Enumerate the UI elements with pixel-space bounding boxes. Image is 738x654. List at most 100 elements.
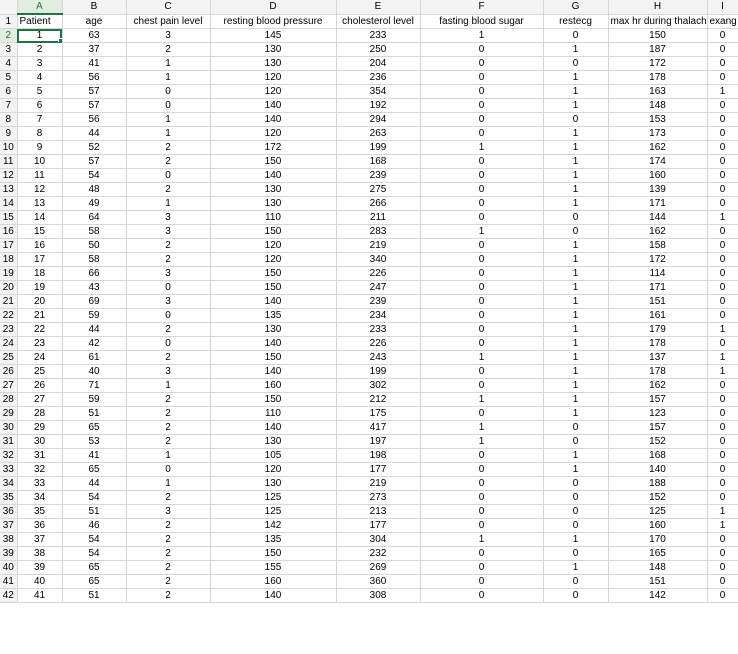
grid-cell[interactable]: 30: [17, 434, 63, 449]
grid-cell[interactable]: 148: [608, 560, 708, 575]
grid-cell[interactable]: 150: [210, 266, 337, 281]
grid-cell[interactable]: 0: [420, 168, 544, 183]
row-header[interactable]: 33: [0, 462, 18, 477]
grid-cell[interactable]: 162: [608, 378, 708, 393]
grid-cell[interactable]: 0: [707, 196, 738, 211]
grid-cell[interactable]: 148: [608, 98, 708, 113]
grid-cell[interactable]: 1: [707, 518, 738, 533]
grid-cell[interactable]: 1: [543, 294, 609, 309]
grid-cell[interactable]: 54: [62, 168, 127, 183]
grid-cell[interactable]: 130: [210, 182, 337, 197]
grid-cell[interactable]: 39: [17, 560, 63, 575]
grid-cell[interactable]: 105: [210, 448, 337, 463]
grid-cell[interactable]: 7: [17, 112, 63, 127]
grid-cell[interactable]: 178: [608, 336, 708, 351]
grid-cell[interactable]: 41: [17, 588, 63, 603]
grid-cell[interactable]: 175: [336, 406, 421, 421]
grid-cell[interactable]: 171: [608, 196, 708, 211]
grid-cell[interactable]: 1: [126, 448, 211, 463]
grid-cell[interactable]: 0: [543, 434, 609, 449]
grid-cell[interactable]: 53: [62, 434, 127, 449]
row-header[interactable]: 19: [0, 266, 18, 281]
grid-cell[interactable]: 29: [17, 420, 63, 435]
grid-cell[interactable]: 48: [62, 182, 127, 197]
grid-cell[interactable]: 1: [126, 126, 211, 141]
header-cell[interactable]: restecg: [543, 14, 609, 29]
row-header[interactable]: 40: [0, 560, 18, 575]
grid-cell[interactable]: 0: [707, 560, 738, 575]
column-header-d[interactable]: D: [210, 0, 337, 15]
row-header[interactable]: 41: [0, 574, 18, 589]
grid-cell[interactable]: 0: [707, 28, 738, 43]
grid-cell[interactable]: 0: [707, 294, 738, 309]
grid-cell[interactable]: 1: [543, 70, 609, 85]
grid-cell[interactable]: 2: [126, 434, 211, 449]
grid-cell[interactable]: 226: [336, 266, 421, 281]
grid-cell[interactable]: 46: [62, 518, 127, 533]
column-header-a[interactable]: A: [17, 0, 63, 15]
grid-cell[interactable]: 177: [336, 518, 421, 533]
grid-cell[interactable]: 1: [707, 350, 738, 365]
row-header[interactable]: 26: [0, 364, 18, 379]
grid-cell[interactable]: 150: [210, 154, 337, 169]
grid-cell[interactable]: 0: [707, 126, 738, 141]
grid-cell[interactable]: 135: [210, 532, 337, 547]
grid-cell[interactable]: 137: [608, 350, 708, 365]
grid-cell[interactable]: 155: [210, 560, 337, 575]
grid-cell[interactable]: 0: [420, 280, 544, 295]
grid-cell[interactable]: 2: [126, 322, 211, 337]
grid-cell[interactable]: 212: [336, 392, 421, 407]
grid-cell[interactable]: 1: [543, 560, 609, 575]
grid-cell[interactable]: 0: [707, 224, 738, 239]
row-header[interactable]: 16: [0, 224, 18, 239]
grid-cell[interactable]: 2: [126, 518, 211, 533]
grid-cell[interactable]: 12: [17, 182, 63, 197]
grid-cell[interactable]: 168: [608, 448, 708, 463]
row-header[interactable]: 9: [0, 126, 18, 141]
grid-cell[interactable]: 150: [210, 224, 337, 239]
grid-cell[interactable]: 0: [420, 210, 544, 225]
grid-cell[interactable]: 6: [17, 98, 63, 113]
grid-cell[interactable]: 1: [543, 532, 609, 547]
grid-cell[interactable]: 0: [126, 462, 211, 477]
grid-cell[interactable]: 236: [336, 70, 421, 85]
grid-cell[interactable]: 3: [126, 224, 211, 239]
row-header[interactable]: 30: [0, 420, 18, 435]
grid-cell[interactable]: 157: [608, 420, 708, 435]
grid-cell[interactable]: 3: [126, 504, 211, 519]
grid-cell[interactable]: 14: [17, 210, 63, 225]
grid-cell[interactable]: 33: [17, 476, 63, 491]
grid-cell[interactable]: 13: [17, 196, 63, 211]
column-header-b[interactable]: B: [62, 0, 127, 15]
grid-cell[interactable]: 38: [17, 546, 63, 561]
grid-cell[interactable]: 51: [62, 504, 127, 519]
grid-cell[interactable]: 0: [707, 168, 738, 183]
grid-cell[interactable]: 0: [707, 532, 738, 547]
grid-cell[interactable]: 3: [126, 364, 211, 379]
grid-cell[interactable]: 2: [126, 154, 211, 169]
grid-cell[interactable]: 199: [336, 140, 421, 155]
grid-cell[interactable]: 0: [707, 182, 738, 197]
grid-cell[interactable]: 1: [126, 70, 211, 85]
row-header[interactable]: 5: [0, 70, 18, 85]
grid-cell[interactable]: 65: [62, 574, 127, 589]
grid-cell[interactable]: 0: [420, 406, 544, 421]
grid-cell[interactable]: 213: [336, 504, 421, 519]
grid-cell[interactable]: 44: [62, 476, 127, 491]
grid-cell[interactable]: 110: [210, 406, 337, 421]
grid-cell[interactable]: 199: [336, 364, 421, 379]
grid-cell[interactable]: 43: [62, 280, 127, 295]
grid-cell[interactable]: 49: [62, 196, 127, 211]
grid-cell[interactable]: 52: [62, 140, 127, 155]
grid-cell[interactable]: 0: [707, 238, 738, 253]
grid-cell[interactable]: 2: [126, 182, 211, 197]
column-header-f[interactable]: F: [420, 0, 544, 15]
grid-cell[interactable]: 153: [608, 112, 708, 127]
grid-cell[interactable]: 294: [336, 112, 421, 127]
grid-cell[interactable]: 20: [17, 294, 63, 309]
grid-cell[interactable]: 1: [543, 336, 609, 351]
grid-cell[interactable]: 0: [543, 56, 609, 71]
grid-cell[interactable]: 32: [17, 462, 63, 477]
grid-cell[interactable]: 0: [707, 266, 738, 281]
grid-cell[interactable]: 283: [336, 224, 421, 239]
